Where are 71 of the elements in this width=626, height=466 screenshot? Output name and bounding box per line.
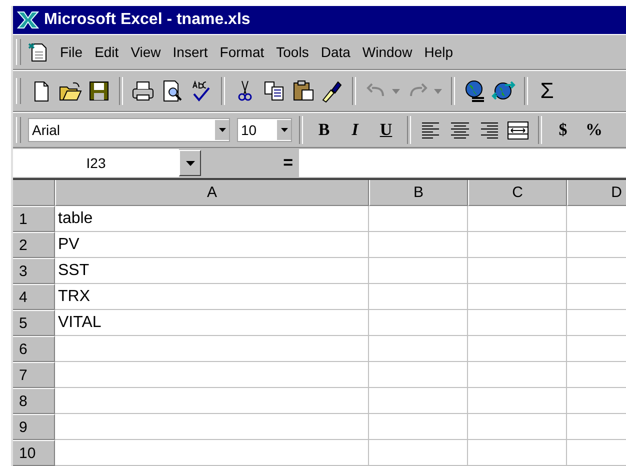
row-header[interactable]: 8 [13, 388, 55, 414]
underline-button[interactable]: U [372, 120, 400, 140]
column-header[interactable]: A [55, 180, 369, 206]
row-header[interactable]: 10 [13, 440, 55, 466]
select-all-button[interactable] [13, 180, 55, 206]
table-cell[interactable] [55, 362, 369, 388]
table-cell[interactable] [369, 414, 468, 440]
table-cell[interactable] [369, 362, 468, 388]
table-cell[interactable]: PV [55, 232, 369, 258]
italic-button[interactable]: I [341, 120, 369, 140]
table-cell[interactable]: SST [55, 258, 369, 284]
table-cell[interactable] [468, 206, 567, 232]
table-cell[interactable] [369, 258, 468, 284]
formula-field[interactable] [299, 149, 626, 177]
row-header[interactable]: 5 [13, 310, 55, 336]
window-title: Microsoft Excel - tname.xls [44, 11, 250, 29]
table-cell[interactable] [468, 336, 567, 362]
excel-logo-icon [16, 10, 40, 30]
row-header[interactable]: 1 [13, 206, 55, 232]
column-header[interactable]: D [567, 180, 626, 206]
row-header[interactable]: 3 [13, 258, 55, 284]
menu-item[interactable]: Data [316, 44, 356, 60]
table-cell[interactable]: VITAL [55, 310, 369, 336]
table-cell[interactable] [468, 284, 567, 310]
row-header[interactable]: 9 [13, 414, 55, 440]
table-cell[interactable] [369, 284, 468, 310]
autosum-button[interactable]: Σ [535, 78, 559, 104]
table-cell[interactable]: table [55, 206, 369, 232]
merge-and-center-icon[interactable] [505, 119, 531, 141]
edit-formula-button[interactable]: = [201, 153, 299, 173]
bold-button[interactable]: B [310, 120, 338, 140]
font-size-field[interactable]: 10 [237, 118, 292, 142]
table-cell[interactable] [55, 414, 369, 440]
menu-item[interactable]: Edit [90, 44, 124, 60]
table-cell[interactable] [468, 414, 567, 440]
table-cell[interactable] [468, 388, 567, 414]
table-cell[interactable] [55, 440, 369, 466]
menu-item[interactable]: Tools [271, 44, 314, 60]
table-cell[interactable] [468, 232, 567, 258]
table-cell[interactable] [468, 440, 567, 466]
table-cell[interactable] [55, 336, 369, 362]
row-header[interactable]: 2 [13, 232, 55, 258]
table-cell[interactable] [369, 388, 468, 414]
column-header[interactable]: C [468, 180, 567, 206]
format-button[interactable]: % [580, 120, 608, 140]
dropdown-button[interactable] [179, 150, 201, 176]
table-cell[interactable] [369, 310, 468, 336]
table-cell[interactable] [468, 310, 567, 336]
row-header[interactable]: 4 [13, 284, 55, 310]
menu-item[interactable]: View [126, 44, 166, 60]
table-cell[interactable] [369, 440, 468, 466]
row-header[interactable]: 6 [13, 336, 55, 362]
table-cell[interactable]: TRX [55, 284, 369, 310]
menu-item[interactable]: Window [357, 44, 418, 60]
caret-icon [186, 160, 194, 166]
column-header[interactable]: B [369, 180, 468, 206]
table-cell[interactable] [55, 388, 369, 414]
menu-item[interactable]: Insert [168, 44, 213, 60]
name-box[interactable]: I23 [13, 149, 179, 177]
table-cell[interactable] [369, 232, 468, 258]
font-name-field[interactable]: Arial [28, 118, 230, 142]
table-cell[interactable] [468, 258, 567, 284]
menu-item[interactable]: Help [419, 44, 458, 60]
document-icon [27, 41, 49, 63]
format-button[interactable]: $ [549, 120, 577, 140]
menu-item[interactable]: File [55, 44, 88, 60]
table-cell[interactable] [369, 206, 468, 232]
table-cell[interactable] [468, 362, 567, 388]
menu-item[interactable]: Format [214, 44, 270, 60]
row-header[interactable]: 7 [13, 362, 55, 388]
table-cell[interactable] [369, 336, 468, 362]
